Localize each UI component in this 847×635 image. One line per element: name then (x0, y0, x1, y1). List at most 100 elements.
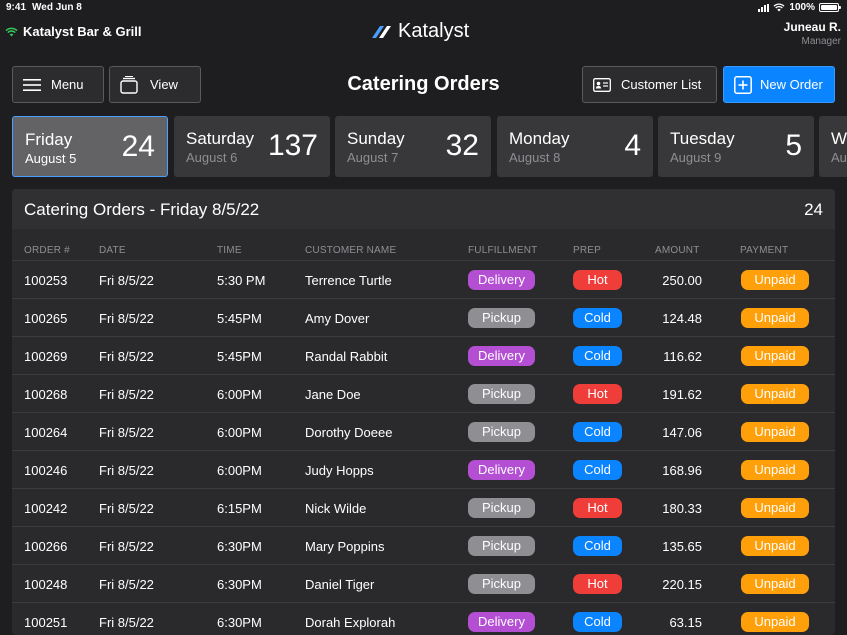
payment-status-badge[interactable]: Unpaid (741, 536, 809, 556)
fulfillment-badge: Pickup (468, 422, 535, 442)
orders-panel-title: Catering Orders - Friday 8/5/22 (24, 200, 260, 219)
customer-name: Amy Dover (305, 311, 370, 326)
table-row[interactable]: 100253 Fri 8/5/22 5:30 PM Terrence Turtle De… (12, 260, 835, 298)
fulfillment-badge: Pickup (468, 384, 535, 404)
order-number: 100242 (24, 501, 68, 516)
order-time: 6:00PM (217, 387, 262, 402)
payment-status-badge[interactable]: Unpaid (741, 422, 809, 442)
customer-name: Mary Poppins (305, 539, 385, 554)
table-row[interactable]: 100269 Fri 8/5/22 5:45PM Randal Rabbit Deliv… (12, 336, 835, 374)
day-tab-friday[interactable]: Friday August 5 24 (12, 116, 168, 177)
view-button[interactable]: View (109, 66, 201, 103)
order-date: Fri 8/5/22 (99, 425, 154, 440)
order-amount: 124.48 (662, 311, 702, 326)
orders-panel-count: 24 (804, 200, 823, 219)
day-tab-sunday[interactable]: Sunday August 7 32 (335, 116, 491, 177)
payment-status-badge[interactable]: Unpaid (741, 346, 809, 366)
table-row[interactable]: 100242 Fri 8/5/22 6:15PM Nick Wilde Pickup Ho… (12, 488, 835, 526)
payment-status-badge[interactable]: Unpaid (741, 612, 809, 632)
day-date: August 5 (25, 151, 77, 166)
day-date: August 7 (347, 150, 399, 165)
order-date: Fri 8/5/22 (99, 311, 154, 326)
venue-name[interactable]: Katalyst Bar & Grill (5, 24, 142, 39)
day-tab-tuesday[interactable]: Tuesday August 9 5 (658, 116, 814, 177)
order-date: Fri 8/5/22 (99, 387, 154, 402)
table-row[interactable]: 100266 Fri 8/5/22 6:30PM Mary Poppins Pickup… (12, 526, 835, 564)
customer-name: Terrence Turtle (305, 273, 392, 288)
order-time: 6:00PM (217, 425, 262, 440)
payment-status-badge[interactable]: Unpaid (741, 384, 809, 404)
status-date: Wed Jun 8 (32, 2, 82, 13)
payment-status-badge[interactable]: Unpaid (741, 574, 809, 594)
fulfillment-badge: Delivery (468, 460, 535, 480)
brand-name: Katalyst (398, 20, 470, 42)
day-tab-wednesday[interactable]: W Au (819, 116, 847, 177)
column-order[interactable]: ORDER # (24, 245, 70, 256)
status-time: 9:41 (6, 2, 27, 13)
order-time: 6:00PM (217, 463, 262, 478)
order-number: 100266 (24, 539, 68, 554)
order-time: 5:45PM (217, 311, 262, 326)
day-date: August 8 (509, 150, 561, 165)
customer-list-label: Customer List (621, 77, 702, 92)
day-tab-saturday[interactable]: Saturday August 6 137 (174, 116, 330, 177)
fulfillment-badge: Pickup (468, 536, 535, 556)
wifi-status-icon (773, 3, 785, 12)
fulfillment-badge: Delivery (468, 270, 535, 290)
new-order-button[interactable]: New Order (723, 66, 835, 103)
column-time[interactable]: TIME (217, 245, 242, 256)
column-fulfillment[interactable]: FULFILLMENT (468, 245, 537, 256)
day-date: August 9 (670, 150, 722, 165)
column-customer[interactable]: CUSTOMER NAME (305, 245, 396, 256)
orders-panel-header: Catering Orders - Friday 8/5/22 24 (12, 189, 835, 229)
customer-list-button[interactable]: Customer List (582, 66, 717, 103)
column-date[interactable]: DATE (99, 245, 126, 256)
table-row[interactable]: 100248 Fri 8/5/22 6:30PM Daniel Tiger Pickup… (12, 564, 835, 602)
payment-status-badge[interactable]: Unpaid (741, 308, 809, 328)
order-number: 100268 (24, 387, 68, 402)
day-name: Saturday (186, 129, 255, 148)
day-name: Monday (509, 129, 570, 148)
table-row[interactable]: 100268 Fri 8/5/22 6:00PM Jane Doe Pickup Hot 1… (12, 374, 835, 412)
day-order-count: 5 (785, 129, 802, 162)
wifi-icon (5, 27, 18, 36)
payment-status-badge[interactable]: Unpaid (741, 460, 809, 480)
column-amount[interactable]: AMOUNT (655, 245, 700, 256)
day-order-count: 137 (267, 129, 318, 162)
fulfillment-badge: Pickup (468, 308, 535, 328)
day-selector: Friday August 5 24 Saturday August 6 137… (12, 116, 847, 177)
column-payment[interactable]: PAYMENT (740, 245, 788, 256)
customer-name: Dorah Explorah (305, 615, 396, 630)
order-time: 6:30PM (217, 577, 262, 592)
plus-square-icon (734, 75, 752, 94)
menu-button[interactable]: Menu (12, 66, 104, 103)
order-time: 6:30PM (217, 615, 262, 630)
order-date: Fri 8/5/22 (99, 463, 154, 478)
table-row[interactable]: 100246 Fri 8/5/22 6:00PM Judy Hopps Delivery… (12, 450, 835, 488)
order-amount: 250.00 (662, 273, 702, 288)
orders-panel: Catering Orders - Friday 8/5/22 24 ORDER… (12, 189, 835, 635)
day-name: Friday (25, 130, 73, 149)
order-number: 100264 (24, 425, 68, 440)
order-amount: 168.96 (662, 463, 702, 478)
contact-card-icon (593, 77, 611, 92)
user-profile[interactable]: Juneau R. Manager (784, 20, 841, 47)
order-number: 100269 (24, 349, 68, 364)
new-order-label: New Order (760, 77, 823, 92)
fulfillment-badge: Pickup (468, 498, 535, 518)
payment-status-badge[interactable]: Unpaid (741, 270, 809, 290)
day-order-count: 4 (624, 129, 641, 162)
table-row[interactable]: 100264 Fri 8/5/22 6:00PM Dorothy Doeee Picku… (12, 412, 835, 450)
fulfillment-badge: Delivery (468, 346, 535, 366)
order-amount: 220.15 (662, 577, 702, 592)
table-row[interactable]: 100251 Fri 8/5/22 6:30PM Dorah Explorah Deli… (12, 602, 835, 635)
brand-logo: Katalyst (370, 20, 469, 43)
day-date: Au (831, 150, 847, 165)
table-row[interactable]: 100265 Fri 8/5/22 5:45PM Amy Dover Pickup Col… (12, 298, 835, 336)
column-prep[interactable]: PREP (573, 245, 601, 256)
order-amount: 116.62 (663, 349, 702, 364)
day-tab-monday[interactable]: Monday August 8 4 (497, 116, 653, 177)
order-time: 6:15PM (217, 501, 262, 516)
payment-status-badge[interactable]: Unpaid (741, 498, 809, 518)
status-bar: 9:41 Wed Jun 8 100% (0, 0, 847, 16)
